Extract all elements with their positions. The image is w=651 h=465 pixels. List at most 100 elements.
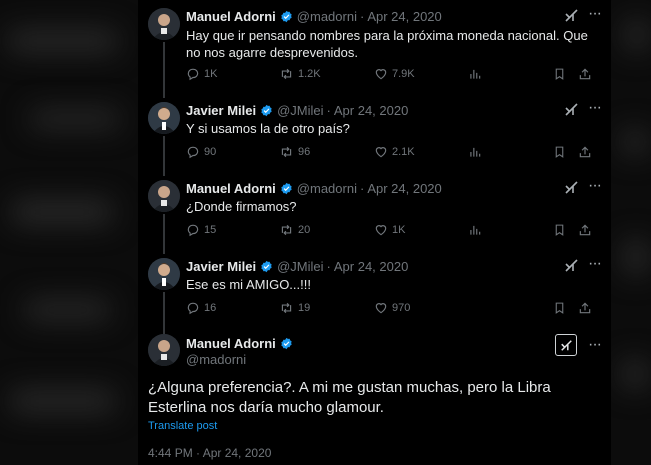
repost-icon xyxy=(281,224,292,236)
like-count: 2.1K xyxy=(392,146,415,158)
tweet-actions: 1K 1.2K 7.9K xyxy=(186,67,598,83)
like-button[interactable]: 970 xyxy=(374,301,410,315)
repost-count: 96 xyxy=(298,146,311,158)
post-timestamp[interactable]: 4:44 PM · Apr 24, 2020 xyxy=(148,446,271,460)
reply-button[interactable]: 90 xyxy=(186,145,216,159)
author-name[interactable]: Manuel Adorni xyxy=(186,181,276,196)
like-count: 7.9K xyxy=(392,68,415,80)
reply-button[interactable]: 15 xyxy=(186,223,216,237)
separator: · xyxy=(326,258,331,274)
reply-tweet[interactable]: Javier Milei @JMilei · Apr 24, 2020 ··· … xyxy=(138,98,611,176)
author-handle[interactable]: @JMilei xyxy=(277,103,323,118)
reply-count: 90 xyxy=(204,146,217,158)
views-icon xyxy=(470,147,481,157)
reply-button[interactable]: 1K xyxy=(186,67,217,81)
avatar[interactable] xyxy=(148,8,180,40)
repost-button[interactable]: 1.2K xyxy=(279,67,321,81)
translate-link[interactable]: Translate post xyxy=(148,420,217,432)
post-date[interactable]: Apr 24, 2020 xyxy=(334,259,408,274)
avatar[interactable] xyxy=(148,102,180,134)
tweet-actions: 90 96 2.1K xyxy=(186,145,598,161)
avatar[interactable] xyxy=(148,334,180,366)
verified-badge-icon xyxy=(280,337,293,350)
tweet-text: Ese es mi AMIGO...!!! xyxy=(186,277,311,292)
tweet-header: Manuel Adorni @madorni · Apr 24, 2020 xyxy=(186,180,442,196)
grok-icon[interactable] xyxy=(555,334,577,356)
heart-icon xyxy=(375,225,387,236)
avatar[interactable] xyxy=(148,258,180,290)
separator: · xyxy=(359,180,365,196)
more-icon[interactable]: ··· xyxy=(588,100,602,116)
more-icon[interactable]: ··· xyxy=(588,337,602,353)
main-handle-row: @madorni xyxy=(186,351,246,367)
bookmark-icon[interactable] xyxy=(553,145,566,164)
views-button[interactable] xyxy=(468,145,486,159)
repost-count: 19 xyxy=(298,302,311,314)
reply-tweet[interactable]: Javier Milei @JMilei · Apr 24, 2020 ··· … xyxy=(138,254,611,334)
share-icon[interactable] xyxy=(578,223,592,242)
verified-badge-icon xyxy=(280,182,293,195)
post-date[interactable]: Apr 24, 2020 xyxy=(334,103,408,118)
grok-icon[interactable] xyxy=(564,102,579,117)
views-button[interactable] xyxy=(468,67,486,81)
more-icon[interactable]: ··· xyxy=(588,256,602,272)
tweet-actions: 16 19 970 xyxy=(186,301,598,317)
grok-icon[interactable] xyxy=(564,258,579,273)
verified-badge-icon xyxy=(280,10,293,23)
author-handle[interactable]: @madorni xyxy=(297,181,357,196)
author-handle[interactable]: @madorni xyxy=(297,9,357,24)
main-author-row: Manuel Adorni xyxy=(186,335,297,351)
repost-count: 20 xyxy=(298,224,311,236)
repost-icon xyxy=(281,68,292,80)
tweet-text: ¿Alguna preferencia?. A mi me gustan muc… xyxy=(148,379,551,416)
reply-button[interactable]: 16 xyxy=(186,301,216,315)
reply-tweet[interactable]: Manuel Adorni @madorni · Apr 24, 2020 ··… xyxy=(138,176,611,254)
post-date[interactable]: Apr 24, 2020 xyxy=(367,181,441,196)
bookmark-icon[interactable] xyxy=(553,301,566,320)
separator: · xyxy=(326,102,331,118)
reply-icon xyxy=(187,68,199,81)
reply-icon xyxy=(187,224,199,237)
author-name[interactable]: Javier Milei xyxy=(186,103,256,118)
like-button[interactable]: 2.1K xyxy=(374,145,415,159)
tweet-header: Javier Milei @JMilei · Apr 24, 2020 xyxy=(186,258,408,274)
author-name[interactable]: Manuel Adorni xyxy=(186,9,276,24)
repost-button[interactable]: 20 xyxy=(279,223,310,237)
tweet-text: ¿Donde firmamos? xyxy=(186,199,297,214)
like-button[interactable]: 7.9K xyxy=(374,67,415,81)
grok-icon[interactable] xyxy=(564,180,579,195)
share-icon[interactable] xyxy=(578,145,592,164)
tweet-text: Hay que ir pensando nombres para la próx… xyxy=(186,28,588,60)
reply-count: 16 xyxy=(204,302,217,314)
verified-badge-icon xyxy=(260,260,273,273)
views-button[interactable] xyxy=(468,223,486,237)
grok-icon[interactable] xyxy=(564,8,579,23)
more-icon[interactable]: ··· xyxy=(588,178,602,194)
more-icon[interactable]: ··· xyxy=(588,6,602,22)
tweet-header: Manuel Adorni @madorni · Apr 24, 2020 xyxy=(186,8,442,24)
share-icon[interactable] xyxy=(578,301,592,320)
author-handle[interactable]: @JMilei xyxy=(277,259,323,274)
main-tweet: Manuel Adorni @madorni ··· ¿Alguna prefe… xyxy=(138,334,611,465)
share-icon[interactable] xyxy=(578,67,592,86)
bookmark-icon[interactable] xyxy=(553,223,566,242)
post-date[interactable]: Apr 24, 2020 xyxy=(367,9,441,24)
repost-button[interactable]: 19 xyxy=(279,301,310,315)
separator: · xyxy=(359,8,365,24)
repost-icon xyxy=(281,146,292,158)
bookmark-icon[interactable] xyxy=(553,67,566,86)
repost-button[interactable]: 96 xyxy=(279,145,310,159)
like-count: 1K xyxy=(392,224,406,236)
author-name[interactable]: Manuel Adorni xyxy=(186,336,276,351)
author-name[interactable]: Javier Milei xyxy=(186,259,256,274)
tweet-header: Javier Milei @JMilei · Apr 24, 2020 xyxy=(186,102,408,118)
verified-badge-icon xyxy=(260,104,273,117)
avatar[interactable] xyxy=(148,180,180,212)
reply-count: 1K xyxy=(204,68,218,80)
like-button[interactable]: 1K xyxy=(374,223,405,237)
reply-count: 15 xyxy=(204,224,217,236)
tweet-actions: 15 20 1K xyxy=(186,223,598,239)
views-icon xyxy=(470,69,481,79)
author-handle[interactable]: @madorni xyxy=(186,352,246,367)
reply-tweet[interactable]: Manuel Adorni @madorni · Apr 24, 2020 ··… xyxy=(138,0,611,98)
